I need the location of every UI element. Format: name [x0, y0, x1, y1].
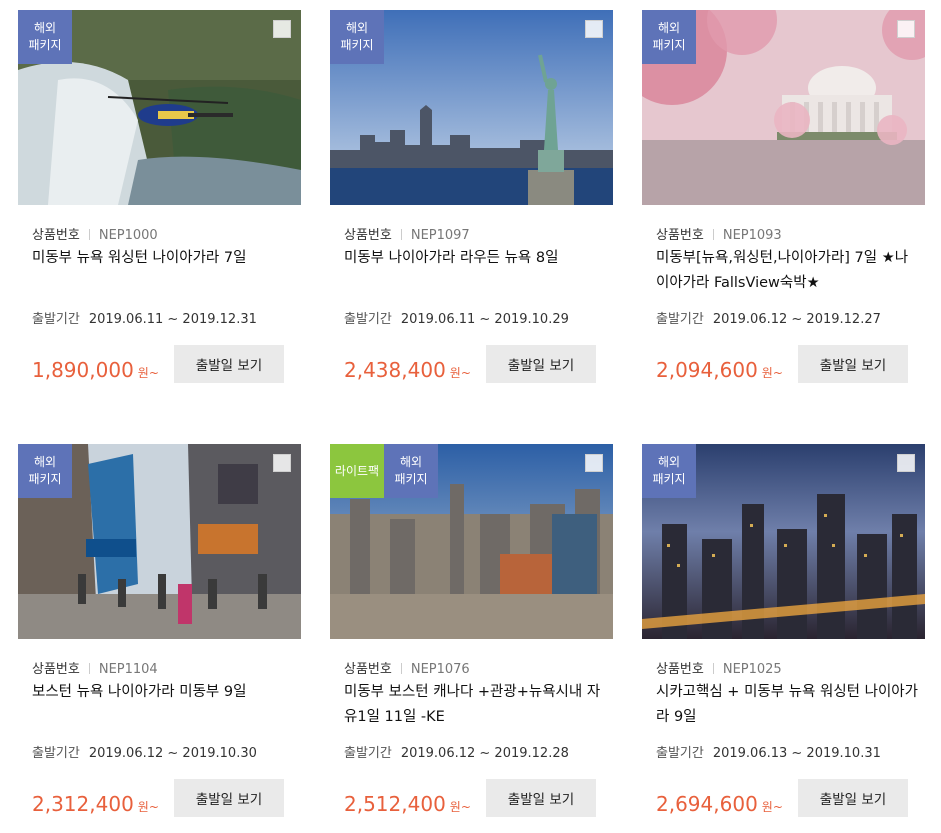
departure-period-value: 2019.06.11 ~ 2019.10.29 [400, 312, 569, 327]
product-title[interactable]: 미동부 나이아가라 라우든 뉴욕 8일 [344, 246, 606, 271]
price-unit: 원~ [137, 366, 159, 380]
departure-period: 출발기간 2019.06.12 ~ 2019.12.28 [344, 742, 569, 761]
select-checkbox[interactable] [897, 20, 915, 38]
product-price: 2,438,400 원~ [344, 352, 471, 391]
product-price: 2,094,600 원~ [656, 352, 783, 391]
select-checkbox[interactable] [585, 20, 603, 38]
product-card[interactable]: 해외 패키지 상품번호 NEP1025 시카고핵심 + 미동부 뉴욕 워싱턴 나이… [642, 444, 925, 832]
product-code: 상품번호 NEP1025 [656, 658, 782, 677]
product-code-value: NEP1093 [722, 228, 782, 243]
product-code-value: NEP1076 [410, 662, 470, 677]
departure-period-value: 2019.06.13 ~ 2019.10.31 [712, 746, 881, 761]
product-card[interactable]: 라이트팩 해외 패키지 상품번호 NEP1076 미동부 보스턴 캐나다 +관광+… [330, 444, 613, 832]
departure-period: 출발기간 2019.06.11 ~ 2019.10.29 [344, 308, 569, 327]
view-departure-dates-button[interactable]: 출발일 보기 [798, 345, 908, 383]
product-title[interactable]: 미동부[뉴욕,워싱턴,나이아가라] 7일 ★나이아가라 FallsView숙박★ [656, 246, 918, 296]
view-departure-dates-button[interactable]: 출발일 보기 [486, 779, 596, 817]
overseas-package-badge: 해외 패키지 [384, 444, 438, 498]
badges: 해외 패키지 [642, 444, 696, 498]
departure-period-label: 출발기간 [344, 312, 392, 327]
overseas-package-badge: 해외 패키지 [642, 10, 696, 64]
badges: 해외 패키지 [18, 444, 72, 498]
price-value: 2,312,400 [32, 792, 134, 816]
departure-period-label: 출발기간 [656, 746, 704, 761]
view-departure-dates-button[interactable]: 출발일 보기 [798, 779, 908, 817]
select-checkbox[interactable] [273, 454, 291, 472]
badges: 해외 패키지 [330, 10, 384, 64]
overseas-package-badge: 해외 패키지 [18, 444, 72, 498]
light-pack-badge: 라이트팩 [330, 444, 384, 498]
product-code-value: NEP1025 [722, 662, 782, 677]
product-code-value: NEP1104 [98, 662, 158, 677]
departure-period-label: 출발기간 [344, 746, 392, 761]
select-checkbox[interactable] [897, 454, 915, 472]
product-code-label: 상품번호 [656, 228, 704, 243]
product-code: 상품번호 NEP1093 [656, 224, 782, 243]
departure-period-value: 2019.06.12 ~ 2019.12.28 [400, 746, 569, 761]
view-departure-dates-button[interactable]: 출발일 보기 [174, 345, 284, 383]
price-unit: 원~ [449, 800, 471, 814]
product-code-label: 상품번호 [656, 662, 704, 677]
price-value: 2,512,400 [344, 792, 446, 816]
select-checkbox[interactable] [585, 454, 603, 472]
product-code: 상품번호 NEP1000 [32, 224, 158, 243]
price-unit: 원~ [761, 366, 783, 380]
product-code: 상품번호 NEP1104 [32, 658, 158, 677]
price-value: 1,890,000 [32, 358, 134, 382]
product-code-value: NEP1097 [410, 228, 470, 243]
view-departure-dates-button[interactable]: 출발일 보기 [486, 345, 596, 383]
departure-period: 출발기간 2019.06.11 ~ 2019.12.31 [32, 308, 257, 327]
departure-period: 출발기간 2019.06.12 ~ 2019.12.27 [656, 308, 881, 327]
product-code-label: 상품번호 [32, 662, 80, 677]
departure-period-value: 2019.06.12 ~ 2019.12.27 [712, 312, 881, 327]
price-value: 2,094,600 [656, 358, 758, 382]
product-code-value: NEP1000 [98, 228, 158, 243]
product-price: 2,512,400 원~ [344, 786, 471, 825]
departure-period-value: 2019.06.11 ~ 2019.12.31 [88, 312, 257, 327]
price-unit: 원~ [137, 800, 159, 814]
overseas-package-badge: 해외 패키지 [330, 10, 384, 64]
price-unit: 원~ [449, 366, 471, 380]
price-value: 2,694,600 [656, 792, 758, 816]
product-title[interactable]: 미동부 뉴욕 워싱턴 나이아가라 7일 [32, 246, 294, 271]
badges: 해외 패키지 [642, 10, 696, 64]
product-price: 2,312,400 원~ [32, 786, 159, 825]
product-code-label: 상품번호 [344, 228, 392, 243]
badges: 라이트팩 해외 패키지 [330, 444, 438, 498]
product-title[interactable]: 보스턴 뉴욕 나이아가라 미동부 9일 [32, 680, 294, 705]
product-title[interactable]: 시카고핵심 + 미동부 뉴욕 워싱턴 나이아가라 9일 [656, 680, 918, 730]
overseas-package-badge: 해외 패키지 [18, 10, 72, 64]
product-card[interactable]: 해외 패키지 상품번호 NEP1093 미동부[뉴욕,워싱턴,나이아가라] 7일 … [642, 10, 925, 398]
departure-period: 출발기간 2019.06.12 ~ 2019.10.30 [32, 742, 257, 761]
product-card[interactable]: 해외 패키지 상품번호 NEP1000 미동부 뉴욕 워싱턴 나이아가라 7일 출… [18, 10, 301, 398]
product-card[interactable]: 해외 패키지 상품번호 NEP1097 미동부 나이아가라 라우든 뉴욕 8일 출… [330, 10, 613, 398]
departure-period: 출발기간 2019.06.13 ~ 2019.10.31 [656, 742, 881, 761]
price-value: 2,438,400 [344, 358, 446, 382]
price-unit: 원~ [761, 800, 783, 814]
product-code-label: 상품번호 [32, 228, 80, 243]
departure-period-label: 출발기간 [656, 312, 704, 327]
product-code-label: 상품번호 [344, 662, 392, 677]
departure-period-label: 출발기간 [32, 312, 80, 327]
badges: 해외 패키지 [18, 10, 72, 64]
product-title[interactable]: 미동부 보스턴 캐나다 +관광+뉴욕시내 자유1일 11일 -KE [344, 680, 606, 730]
product-price: 1,890,000 원~ [32, 352, 159, 391]
departure-period-value: 2019.06.12 ~ 2019.10.30 [88, 746, 257, 761]
product-code: 상품번호 NEP1097 [344, 224, 470, 243]
select-checkbox[interactable] [273, 20, 291, 38]
product-price: 2,694,600 원~ [656, 786, 783, 825]
view-departure-dates-button[interactable]: 출발일 보기 [174, 779, 284, 817]
product-code: 상품번호 NEP1076 [344, 658, 470, 677]
product-card[interactable]: 해외 패키지 상품번호 NEP1104 보스턴 뉴욕 나이아가라 미동부 9일 출… [18, 444, 301, 832]
departure-period-label: 출발기간 [32, 746, 80, 761]
overseas-package-badge: 해외 패키지 [642, 444, 696, 498]
